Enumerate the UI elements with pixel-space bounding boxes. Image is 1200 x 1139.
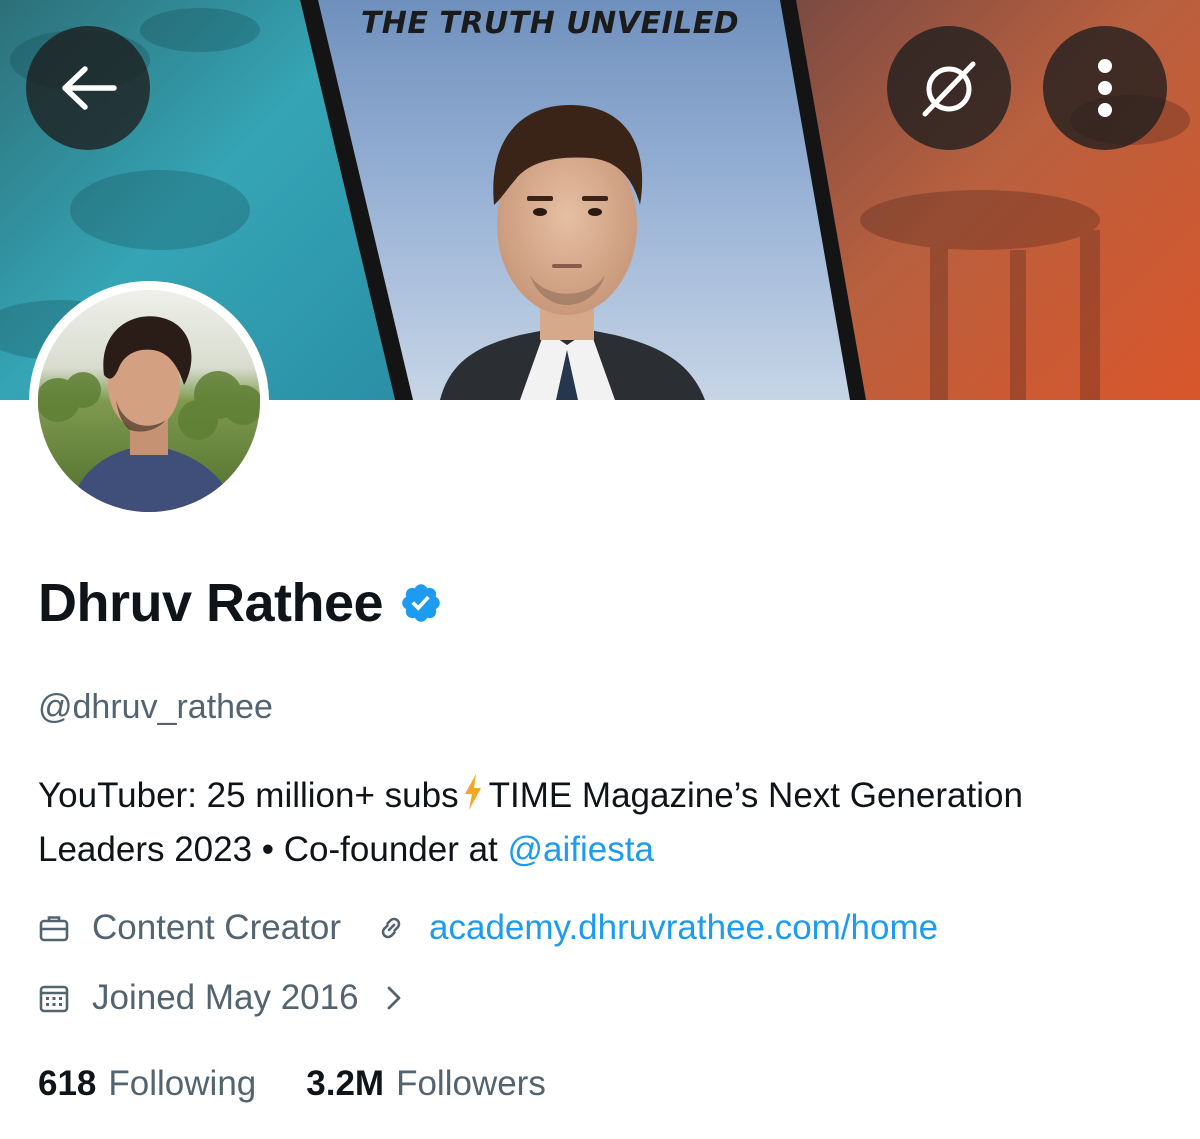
following-link[interactable]: 618 Following	[38, 1064, 256, 1104]
verified-badge-icon[interactable]	[399, 581, 443, 630]
bio-mention-link[interactable]: @aifiesta	[508, 830, 654, 869]
joined-row[interactable]: Joined May 2016	[38, 978, 403, 1018]
chevron-right-icon	[387, 986, 400, 1010]
avatar-image	[38, 290, 260, 512]
followers-link[interactable]: 3.2M Followers	[306, 1064, 546, 1104]
arrow-left-icon	[62, 66, 117, 110]
website-link[interactable]: academy.dhruvrathee.com/home	[429, 908, 938, 948]
bio-text-2: TIME Magazine’s Next Generation	[488, 776, 1023, 815]
more-options-button[interactable]	[1043, 26, 1167, 150]
following-label: Following	[108, 1064, 257, 1103]
display-name: Dhruv Rathee	[38, 573, 384, 633]
bio-text-1: YouTuber: 25 million+ subs	[38, 776, 459, 815]
profile-stats: 618 Following 3.2M Followers	[38, 1064, 546, 1104]
profile-handle: @dhruv_rathee	[38, 688, 273, 726]
link-icon	[381, 917, 401, 939]
briefcase-icon	[39, 916, 69, 942]
grok-icon	[922, 61, 976, 117]
followers-label: Followers	[396, 1064, 546, 1103]
profile-category: Content Creator	[92, 908, 342, 947]
banner-caption: THE TRUTH UNVEILED	[360, 6, 740, 41]
profile-avatar[interactable]	[29, 281, 269, 521]
more-vertical-icon	[1098, 59, 1112, 117]
joined-date: Joined May 2016	[92, 978, 359, 1017]
back-button[interactable]	[26, 26, 150, 150]
lightning-icon	[463, 773, 483, 824]
followers-count: 3.2M	[306, 1064, 385, 1103]
profile-bio: YouTuber: 25 million+ subs TIME Magazine’…	[38, 770, 1168, 875]
calendar-icon	[39, 985, 69, 1013]
profile-name-row: Dhruv Rathee	[38, 572, 443, 634]
following-count: 618	[38, 1064, 97, 1103]
grok-button[interactable]	[887, 26, 1011, 150]
profile-meta-row: Content Creator academy.dhruvrathee.com/…	[38, 908, 938, 948]
bio-text-3: Leaders 2023 • Co-founder at	[38, 830, 508, 869]
